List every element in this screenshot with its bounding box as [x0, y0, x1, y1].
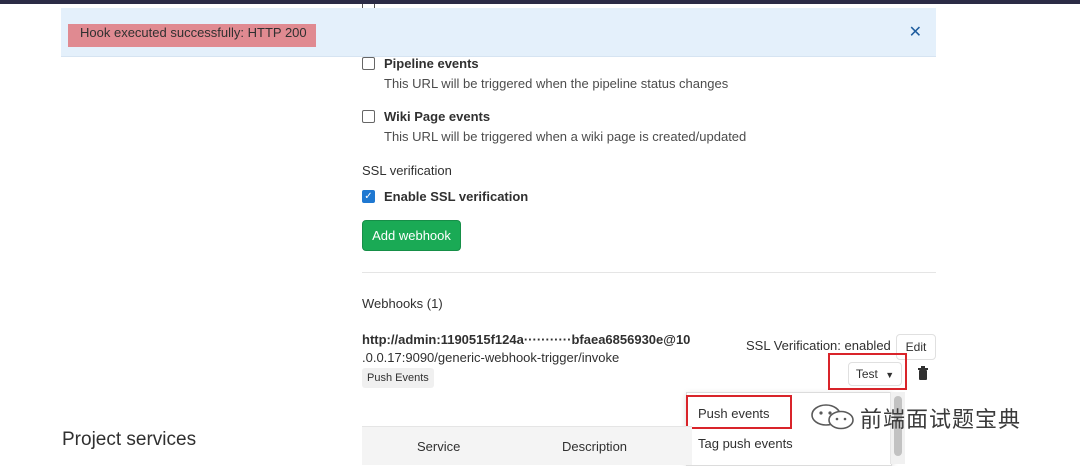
trash-icon[interactable] [917, 366, 929, 380]
ssl-verification-status: SSL Verification: enabled [746, 338, 891, 353]
ssl-verification-label: Enable SSL verification [384, 189, 529, 204]
wiki-page-events-title: Wiki Page events [384, 109, 491, 124]
pipeline-events-description: This URL will be triggered when the pipe… [384, 76, 729, 91]
ssl-verification-checkbox[interactable]: ✓ [362, 190, 375, 203]
webhook-url-line-2: .0.0.17:9090/generic-webhook-trigger/inv… [362, 350, 620, 365]
webhooks-heading: Webhooks (1) [362, 296, 443, 311]
pipeline-events-checkbox[interactable] [362, 57, 375, 70]
watermark-text: 前端面试题宝典 [860, 408, 1022, 433]
wiki-page-events-checkbox[interactable] [362, 110, 375, 123]
flash-notice: Hook executed successfully: HTTP 200 ✕ [61, 8, 936, 57]
wechat-icon [811, 404, 854, 430]
pipeline-events-title: Pipeline events [384, 56, 479, 71]
push-events-badge: Push Events [362, 368, 434, 388]
wiki-page-events-description: This URL will be triggered when a wiki p… [384, 129, 747, 144]
add-webhook-button[interactable]: Add webhook [362, 220, 461, 251]
webhook-url-line-1: http://admin:1190515f124a···········bfae… [362, 332, 691, 347]
services-table-header: Service Description [362, 426, 692, 465]
divider [362, 272, 936, 273]
ssl-section-label: SSL verification [362, 163, 452, 178]
test-dropdown-button[interactable]: Test ▼ [848, 362, 902, 386]
close-icon[interactable]: ✕ [909, 24, 922, 42]
flash-message: Hook executed successfully: HTTP 200 [68, 24, 316, 47]
project-services-title: Project services [62, 429, 197, 450]
test-button-label: Test [855, 367, 878, 381]
highlight-box-push-events [686, 395, 792, 429]
column-description: Description [562, 439, 628, 454]
column-service: Service [417, 439, 461, 454]
caret-down-icon: ▼ [885, 370, 895, 380]
